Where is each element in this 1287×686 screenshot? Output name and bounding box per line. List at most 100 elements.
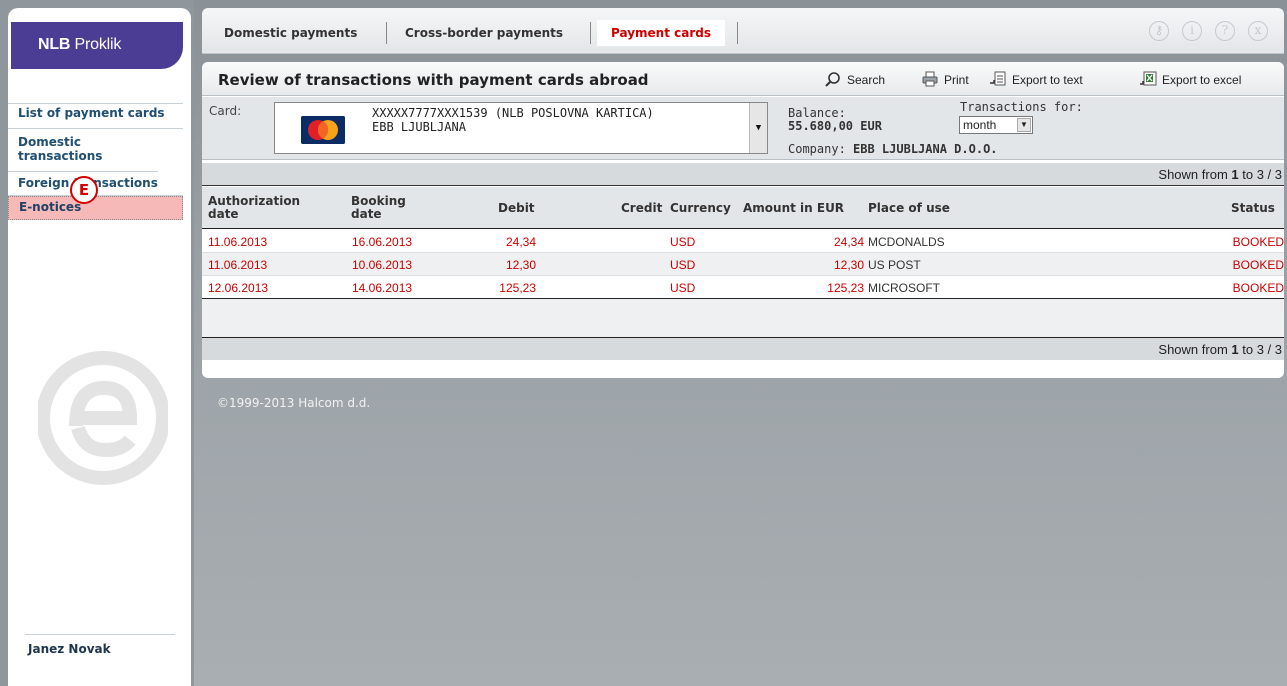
table-body: 11.06.2013 16.06.2013 24,34 USD 24,34 MC… <box>202 230 1284 299</box>
cell-status: BOOKED <box>1232 281 1284 295</box>
export-to-text-button[interactable]: Export to text <box>989 71 1083 89</box>
cell-debit: 24,34 <box>505 235 536 249</box>
cell-status: BOOKED <box>1232 235 1284 249</box>
cell-booking-date: 16.06.2013 <box>352 235 413 249</box>
search-button[interactable]: Search <box>824 71 885 89</box>
cell-booking-date: 14.06.2013 <box>352 281 413 295</box>
sidebar-panel: NLB Proklik List of payment cards Domest… <box>8 8 191 686</box>
cell-amount-eur: 125,23 <box>827 281 864 295</box>
transactions-for-label: Transactions for: <box>960 100 1083 114</box>
col-amount-in-eur[interactable]: Amount in EUR <box>743 202 844 215</box>
transactions-for-value: month <box>963 118 997 132</box>
chevron-down-icon[interactable]: ▼ <box>749 103 767 153</box>
sidebar-item-label: List of payment cards <box>18 106 165 120</box>
cell-currency: USD <box>670 258 696 272</box>
paging-prefix: Shown from <box>1158 167 1232 182</box>
cell-booking-date: 10.06.2013 <box>352 258 413 272</box>
e-notices-badge: E <box>70 176 98 204</box>
print-label: Print <box>944 73 969 87</box>
cell-debit: 125,23 <box>499 281 536 295</box>
copyright-footer: ©1999-2013 Halcom d.d. <box>217 396 371 410</box>
page-title: Review of transactions with payment card… <box>218 71 649 89</box>
paging-prefix: Shown from <box>1158 342 1232 357</box>
col-currency[interactable]: Currency <box>670 202 731 215</box>
print-icon <box>922 71 938 87</box>
close-icon[interactable]: x <box>1248 21 1268 41</box>
cell-status: BOOKED <box>1232 258 1284 272</box>
tab-domestic-payments[interactable]: Domestic payments <box>224 22 357 44</box>
table-row[interactable]: 11.06.2013 16.06.2013 24,34 USD 24,34 MC… <box>202 230 1284 253</box>
sidebar: NLB Proklik List of payment cards Domest… <box>0 0 194 686</box>
sidebar-item-list-of-payment-cards[interactable]: List of payment cards <box>8 103 183 129</box>
balance-value: 55.680,00 EUR <box>788 119 882 133</box>
cell-place: MICROSOFT <box>868 281 940 295</box>
filter-bar: Card: XXXXX7777XXX1539 (NLB POSLOVNA KAR… <box>202 97 1284 160</box>
col-booking-date[interactable]: Booking date <box>351 195 421 221</box>
paging-from: 1 <box>1231 342 1239 357</box>
card-number: XXXXX7777XXX1539 (NLB POSLOVNA KARTICA) <box>372 106 654 120</box>
col-debit[interactable]: Debit <box>498 202 535 215</box>
table-row[interactable]: 12.06.2013 14.06.2013 125,23 USD 125,23 … <box>202 276 1284 299</box>
brand-name-1: NLB <box>38 36 71 53</box>
paging-range: to 3 / 3 <box>1238 167 1282 182</box>
tab-cross-border-payments[interactable]: Cross-border payments <box>405 22 563 44</box>
sidebar-item-label: Domestic transactions <box>18 135 103 163</box>
cell-currency: USD <box>670 281 696 295</box>
brand-name-2: Proklik <box>74 36 122 53</box>
cell-auth-date: 11.06.2013 <box>208 258 268 272</box>
sidebar-item-domestic-transactions[interactable]: Domestic transactions <box>8 130 158 172</box>
cell-amount-eur: 24,34 <box>833 235 864 249</box>
cell-debit: 12,30 <box>505 258 536 272</box>
panel-header: Review of transactions with payment card… <box>202 62 1284 96</box>
table-empty-area <box>202 299 1284 337</box>
cell-amount-eur: 12,30 <box>833 258 864 272</box>
tab-divider <box>590 22 591 44</box>
cell-place: MCDONALDS <box>868 235 945 249</box>
paging-range: to 3 / 3 <box>1238 342 1282 357</box>
card-label: Card: <box>209 104 242 118</box>
paging-from: 1 <box>1231 167 1239 182</box>
brand-logo: NLB Proklik <box>11 22 183 69</box>
search-label: Search <box>847 73 886 87</box>
mastercard-icon <box>301 116 345 144</box>
col-place-of-use[interactable]: Place of use <box>868 202 950 215</box>
tab-divider <box>737 22 738 44</box>
transactions-panel: Review of transactions with payment card… <box>202 62 1284 378</box>
col-authorization-date[interactable]: Authorization date <box>208 195 318 221</box>
chevron-down-icon[interactable]: ▼ <box>1017 118 1031 132</box>
info-icon[interactable]: i <box>1182 21 1202 41</box>
cell-auth-date: 11.06.2013 <box>208 235 268 249</box>
user-divider <box>25 634 175 635</box>
cell-place: US POST <box>868 258 921 272</box>
table-row[interactable]: 11.06.2013 10.06.2013 12,30 USD 12,30 US… <box>202 253 1284 276</box>
e-watermark-icon <box>36 338 170 498</box>
export-to-excel-button[interactable]: Export to excel <box>1139 71 1241 89</box>
card-select[interactable]: XXXXX7777XXX1539 (NLB POSLOVNA KARTICA) … <box>274 102 768 154</box>
paging-info-top: Shown from 1 to 3 / 3 <box>202 163 1284 186</box>
export-text-icon <box>990 71 1006 86</box>
tab-divider <box>386 22 387 44</box>
top-tabs-bar: Domestic payments Cross-border payments … <box>202 8 1284 54</box>
export-to-text-label: Export to text <box>1012 73 1083 87</box>
table-header: Authorization date Booking date Debit Cr… <box>202 187 1284 229</box>
help-icon[interactable]: ? <box>1215 21 1235 41</box>
paging-info-bottom: Shown from 1 to 3 / 3 <box>202 337 1284 360</box>
col-credit[interactable]: Credit <box>621 202 662 215</box>
card-holder: EBB LJUBLJANA <box>372 120 466 134</box>
user-name: Janez Novak <box>28 642 111 656</box>
company-label: Company: <box>788 142 846 156</box>
print-button[interactable]: Print <box>921 71 969 89</box>
sidebar-item-label: E-notices <box>19 200 82 214</box>
key-icon[interactable]: ⚷ <box>1149 21 1169 41</box>
company-info: Company: EBB LJUBLJANA D.O.O. <box>788 142 998 156</box>
tab-payment-cards[interactable]: Payment cards <box>597 20 725 46</box>
transactions-for-select[interactable]: month ▼ <box>959 116 1033 134</box>
company-value: EBB LJUBLJANA D.O.O. <box>853 142 998 156</box>
cell-currency: USD <box>670 235 696 249</box>
sidebar-item-e-notices[interactable]: E-notices <box>8 196 183 220</box>
cell-auth-date: 12.06.2013 <box>208 281 269 295</box>
export-excel-icon <box>1140 71 1157 86</box>
col-status[interactable]: Status <box>1231 202 1275 215</box>
balance-label: Balance: <box>788 106 846 120</box>
search-icon <box>825 72 840 87</box>
